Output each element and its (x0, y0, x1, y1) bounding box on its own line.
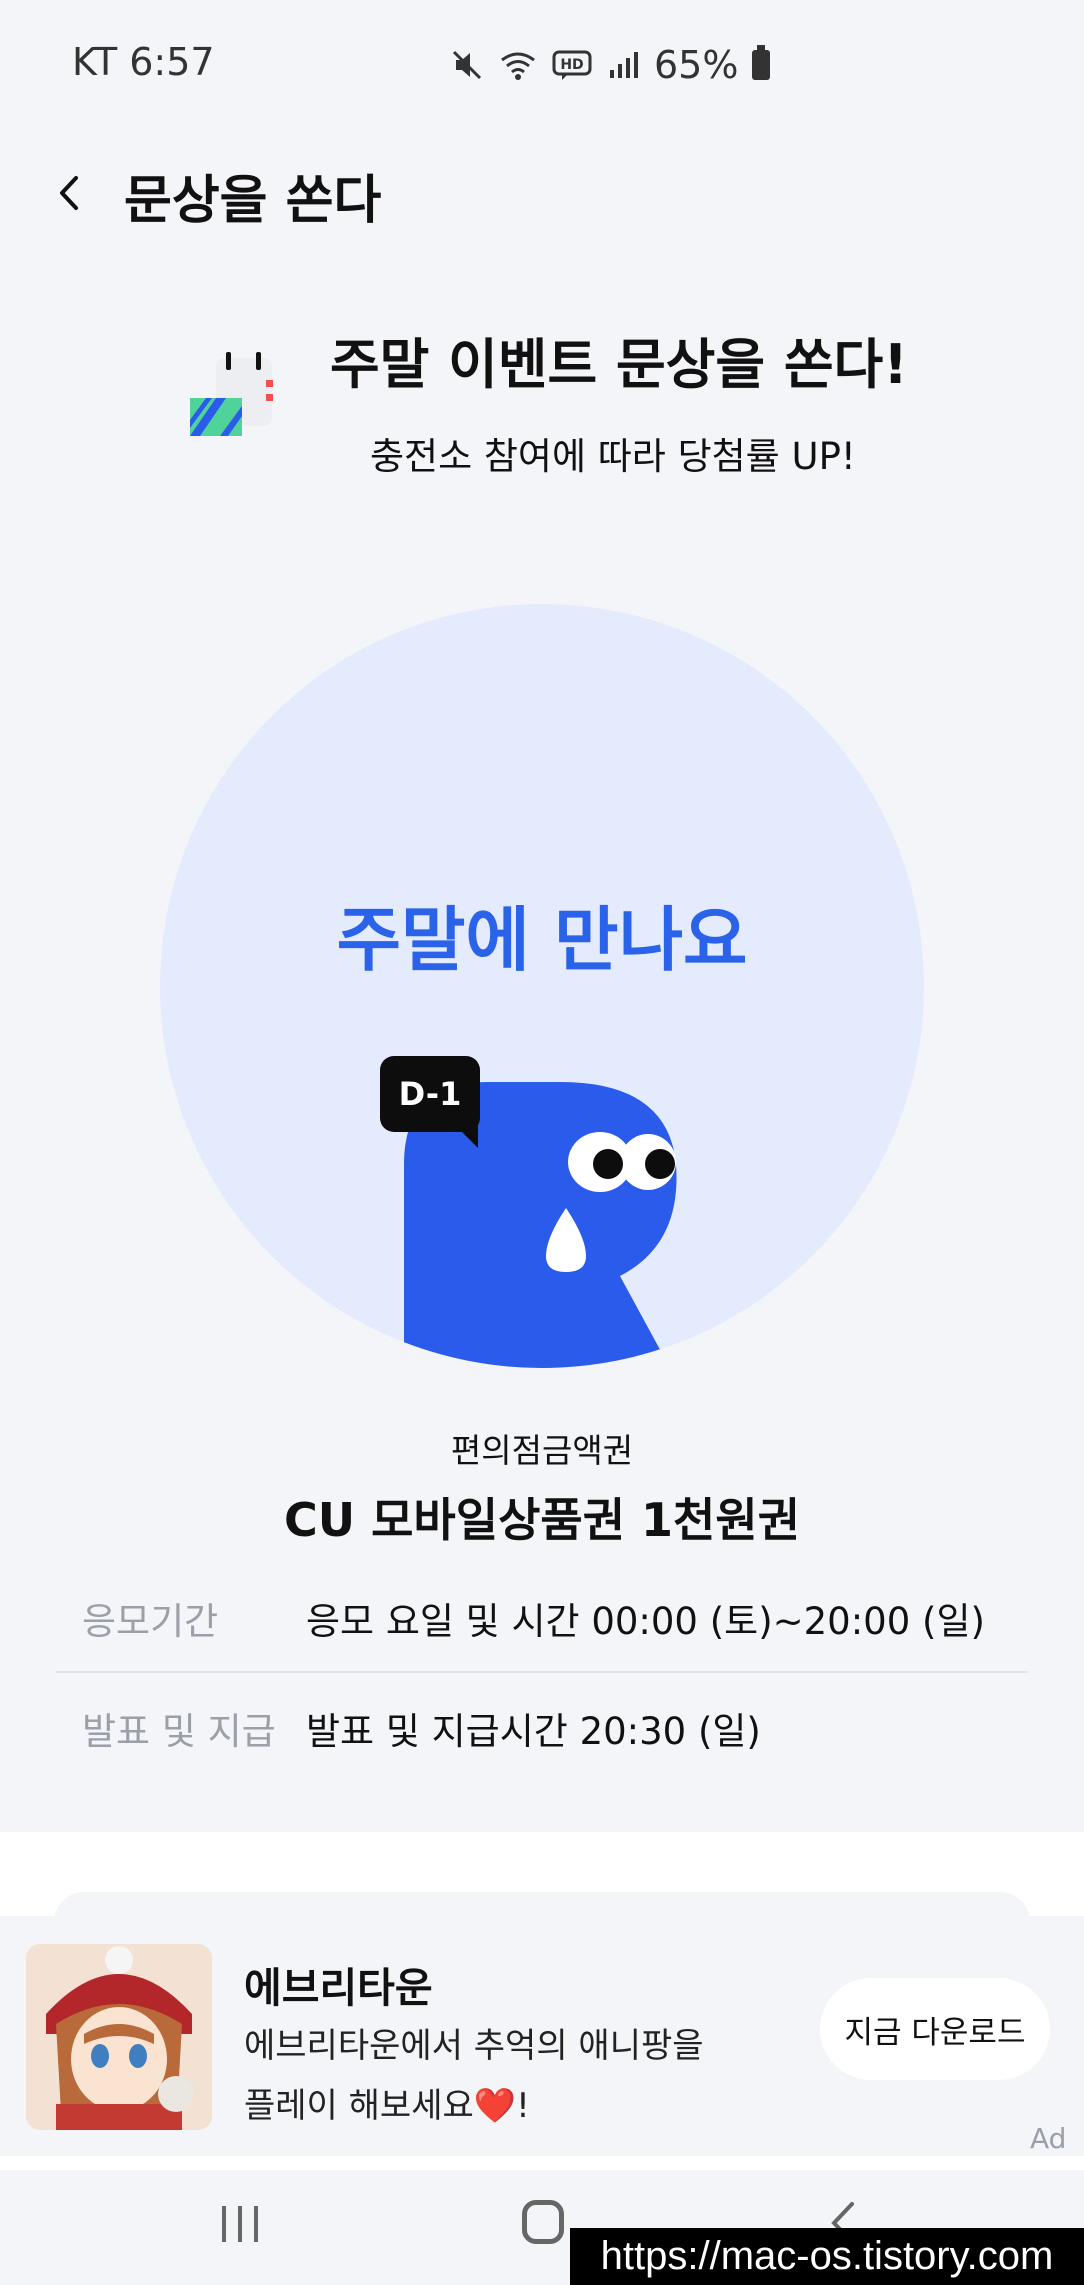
info-row-announce: 발표 및 지급 발표 및 지급시간 20:30 (일) (56, 1678, 1028, 1778)
recent-apps-icon[interactable] (220, 2204, 262, 2244)
divider (56, 1671, 1028, 1673)
status-bar: KT 6:57 HD 65% (0, 0, 1084, 130)
ad-description-end: ! (516, 2086, 530, 2126)
period-label: 응모기간 (82, 1600, 219, 1643)
hero-illustration: 주말에 만나요 D-1 (160, 604, 924, 1368)
ad-description-text: 플레이 해보세요 (244, 2086, 474, 2126)
calendar-icon (190, 352, 273, 436)
announce-value: 발표 및 지급시간 20:30 (일) (306, 1710, 761, 1753)
info-row-period: 응모기간 응모 요일 및 시간 00:00 (토)~20:00 (일) (56, 1568, 1028, 1668)
mascot-crying-icon (404, 1082, 677, 1368)
battery-icon (752, 45, 771, 80)
chevron-left-icon[interactable] (50, 168, 90, 218)
event-title: 주말 이벤트 문상을 쏜다! (330, 333, 908, 396)
ad-description-line1: 에브리타운에서 추억의 애니팡을 (244, 2026, 704, 2066)
download-now-button[interactable]: 지금 다운로드 (820, 1978, 1050, 2080)
dday-badge-tail (450, 1120, 478, 1148)
ad-description-line2: 플레이 해보세요❤️! (244, 2078, 530, 2127)
ad-banner[interactable]: 에브리타운 에브리타운에서 추억의 애니팡을 플레이 해보세요❤️! 지금 다운… (0, 1916, 1084, 2156)
ad-tag: Ad (1030, 2122, 1067, 2155)
page-title: 문상을 쏜다 (124, 171, 382, 231)
svg-text:HD: HD (560, 57, 583, 73)
mute-icon (452, 50, 482, 80)
hd-voice-icon: HD (552, 50, 592, 80)
event-subtitle: 충전소 참여에 따라 당첨률 UP! (370, 435, 856, 478)
watermark: https://mac-os.tistory.com (570, 2228, 1084, 2285)
ad-title: 에브리타운 (244, 1964, 433, 2012)
period-value: 응모 요일 및 시간 00:00 (토)~20:00 (일) (306, 1600, 985, 1643)
status-time: KT 6:57 (72, 40, 215, 84)
anime-character-image (26, 1944, 212, 2130)
wifi-icon (501, 52, 535, 80)
app-header: 문상을 쏜다 (0, 140, 1084, 250)
heart-icon: ❤️ (473, 2086, 517, 2126)
battery-percent: 65% (654, 43, 739, 87)
product-name: CU 모바일상품권 1천원권 (283, 1493, 801, 1547)
announce-label: 발표 및 지급 (82, 1710, 276, 1753)
product-category: 편의점금액권 (450, 1431, 634, 1470)
status-icons: HD 65% (450, 40, 771, 90)
ad-thumbnail[interactable] (26, 1944, 212, 2130)
home-icon[interactable] (522, 2200, 564, 2244)
signal-icon (610, 52, 638, 78)
